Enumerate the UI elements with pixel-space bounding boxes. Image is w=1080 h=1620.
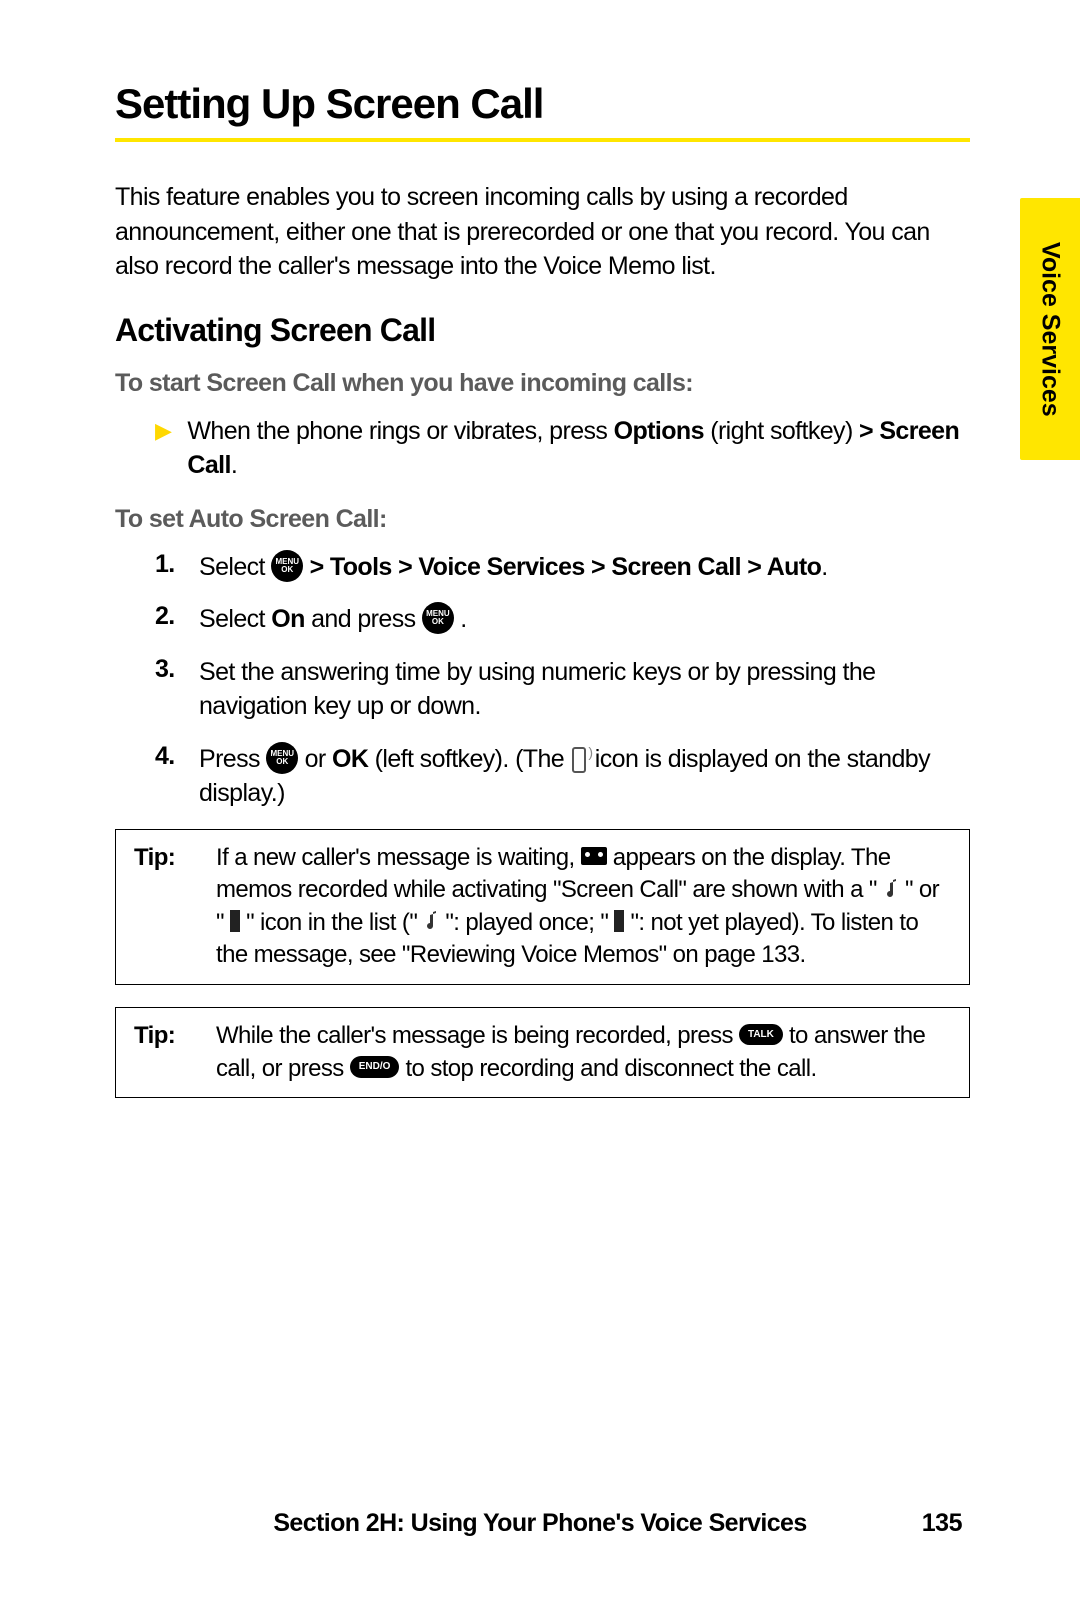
menu-path: > Tools > Voice Services > Screen Call >…	[303, 553, 821, 581]
list-item: 4. Press MENUOK or OK (left softkey). (T…	[155, 742, 970, 811]
intro-paragraph: This feature enables you to screen incom…	[115, 180, 970, 284]
text: or	[298, 745, 332, 773]
music-note-icon	[883, 878, 899, 900]
arrow-icon: ▶	[155, 414, 171, 448]
menu-ok-icon: MENUOK	[422, 602, 454, 634]
menu-ok-icon: MENUOK	[271, 550, 303, 582]
bar-icon	[614, 910, 624, 932]
bullet-item: ▶ When the phone rings or vibrates, pres…	[115, 414, 970, 483]
lead-start-screen-call: To start Screen Call when you have incom…	[115, 369, 970, 398]
tip-label: Tip:	[116, 1008, 216, 1097]
end-button-icon: END/O	[350, 1056, 400, 1078]
page-number: 135	[922, 1509, 962, 1538]
lead-set-auto: To set Auto Screen Call:	[115, 505, 970, 534]
text: If a new caller's message is waiting,	[216, 844, 581, 871]
text: (left softkey). (The	[368, 745, 570, 773]
text: Select	[199, 553, 271, 581]
talk-button-icon: TALK	[739, 1024, 783, 1046]
tip-body: While the caller's message is being reco…	[216, 1008, 969, 1097]
ok-label: OK	[332, 745, 368, 773]
bullet-text: When the phone rings or vibrates, press …	[187, 414, 970, 483]
text: Press	[199, 745, 266, 773]
list-item: 2. Select On and press MENUOK .	[155, 602, 970, 637]
side-tab-label: Voice Services	[1036, 242, 1065, 417]
text: " icon in the list ("	[240, 909, 423, 936]
text: to stop recording and disconnect the cal…	[399, 1055, 816, 1082]
page-title: Setting Up Screen Call	[115, 80, 970, 142]
phone-icon	[570, 745, 588, 771]
manual-page: Voice Services Setting Up Screen Call Th…	[0, 0, 1080, 1620]
tip-box: Tip: If a new caller's message is waitin…	[115, 829, 970, 986]
footer-section-label: Section 2H: Using Your Phone's Voice Ser…	[0, 1509, 1080, 1538]
list-item: 3. Set the answering time by using numer…	[155, 655, 970, 724]
text: .	[454, 605, 467, 633]
step-text: Press MENUOK or OK (left softkey). (The …	[199, 742, 970, 811]
tip-body: If a new caller's message is waiting, ap…	[216, 830, 969, 985]
text: and press	[305, 605, 422, 633]
tip-label: Tip:	[116, 830, 216, 985]
music-note-icon	[423, 910, 439, 932]
text: Select	[199, 605, 271, 633]
text: .	[231, 451, 237, 479]
bar-icon	[230, 910, 240, 932]
side-tab: Voice Services	[1020, 198, 1080, 460]
step-text: Set the answering time by using numeric …	[199, 655, 970, 724]
options-label: Options	[614, 417, 704, 445]
text: While the caller's message is being reco…	[216, 1022, 739, 1049]
text: .	[821, 553, 827, 581]
step-text: Select On and press MENUOK .	[199, 602, 970, 637]
ordered-list: 1. Select MENUOK > Tools > Voice Service…	[115, 550, 970, 811]
step-number: 4.	[155, 742, 183, 771]
tape-icon	[581, 847, 607, 865]
step-number: 3.	[155, 655, 183, 684]
text: (right softkey)	[704, 417, 859, 445]
step-number: 2.	[155, 602, 183, 631]
tip-box: Tip: While the caller's message is being…	[115, 1007, 970, 1098]
menu-ok-icon: MENUOK	[266, 742, 298, 774]
text: ": played once; "	[439, 909, 614, 936]
step-number: 1.	[155, 550, 183, 579]
step-text: Select MENUOK > Tools > Voice Services >…	[199, 550, 970, 585]
list-item: 1. Select MENUOK > Tools > Voice Service…	[155, 550, 970, 585]
on-label: On	[271, 605, 305, 633]
text: When the phone rings or vibrates, press	[187, 417, 613, 445]
subheading: Activating Screen Call	[115, 312, 970, 349]
